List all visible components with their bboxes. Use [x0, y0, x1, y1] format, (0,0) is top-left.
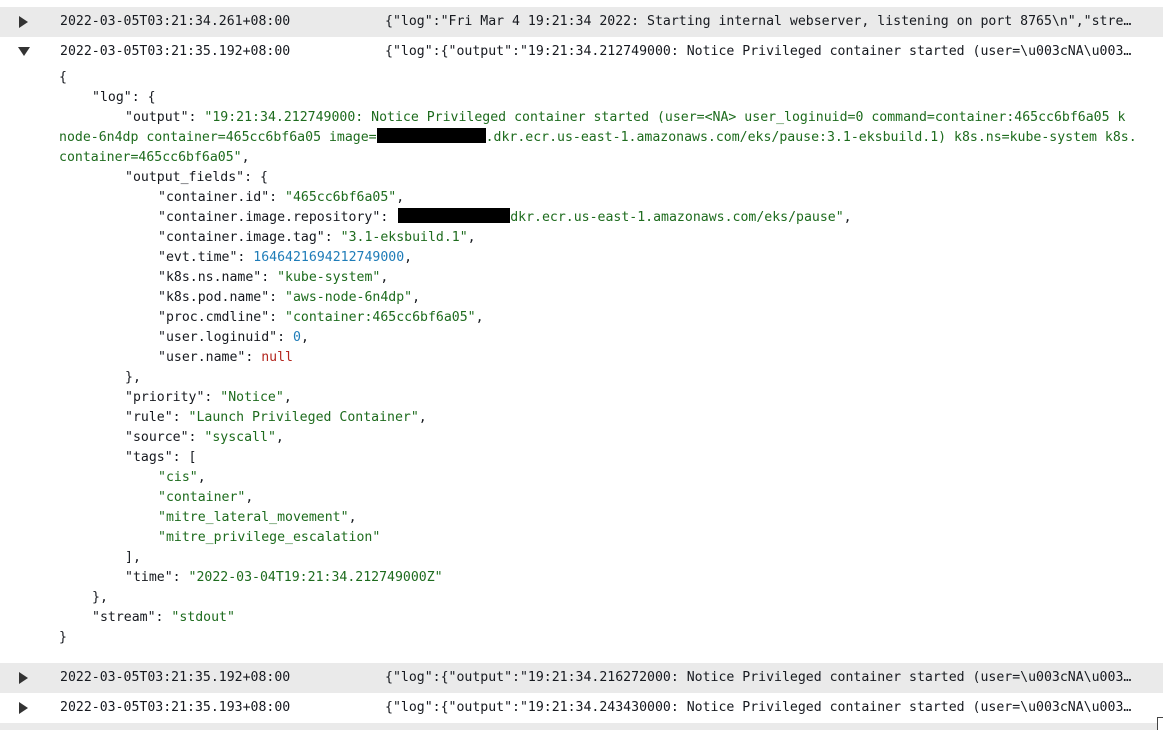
json-field-k8s-pod-name: "k8s.pod.name": "aws-node-6n4dp", [158, 290, 421, 305]
log-message: {"log":{"output":"19:21:34.212749000: No… [385, 44, 1132, 59]
json-output-line-wrap: node-6n4dp container=465cc6bf6a05 image=… [59, 128, 1137, 145]
log-timestamp: 2022-03-05T03:21:35.192+08:00 [60, 670, 291, 685]
collapse-triangle-down-icon[interactable] [18, 37, 32, 67]
log-event-row[interactable]: 2022-03-05T03:21:34.261+08:00 {"log":"Fr… [0, 7, 1163, 37]
json-close-log: }, [92, 590, 108, 605]
json-field-container-image-repository: "container.image.repository": dkr.ecr.us… [158, 208, 852, 225]
log-message: {"log":{"output":"19:21:34.216272000: No… [385, 670, 1132, 685]
json-tag-item: "mitre_lateral_movement", [158, 510, 357, 525]
log-event-json-detail: { "log": { "output": "19:21:34.212749000… [0, 68, 1163, 660]
json-output-line: "output": "19:21:34.212749000: Notice Pr… [125, 110, 1126, 125]
json-field-k8s-ns-name: "k8s.ns.name": "kube-system", [158, 270, 389, 285]
json-close-brace: } [59, 630, 67, 645]
log-events-panel: 2022-03-05T03:21:34.261+08:00 {"log":"Fr… [0, 0, 1163, 730]
log-message: {"log":{"output":"19:21:34.243430000: No… [385, 700, 1132, 715]
json-close-output-fields: }, [125, 370, 141, 385]
json-field-stream: "stream": "stdout" [92, 610, 235, 625]
json-field-tags: "tags": [ [125, 450, 197, 465]
next-row-partial [0, 723, 1163, 730]
log-message: {"log":"Fri Mar 4 19:21:34 2022: Startin… [385, 14, 1132, 29]
log-timestamp: 2022-03-05T03:21:35.192+08:00 [60, 44, 291, 59]
expand-triangle-right-icon[interactable] [18, 693, 32, 723]
resize-handle[interactable] [1157, 717, 1163, 730]
json-log-key-line: "log": { [92, 90, 156, 105]
json-tag-item: "mitre_privilege_escalation" [158, 530, 381, 545]
redacted-block [376, 128, 486, 143]
json-field-container-image-tag: "container.image.tag": "3.1-eksbuild.1", [158, 230, 476, 245]
log-event-row[interactable]: 2022-03-05T03:21:35.192+08:00 {"log":{"o… [0, 663, 1163, 693]
json-field-proc-cmdline: "proc.cmdline": "container:465cc6bf6a05"… [158, 310, 484, 325]
log-event-row[interactable]: 2022-03-05T03:21:35.193+08:00 {"log":{"o… [0, 693, 1163, 723]
json-output-fields-key: "output_fields": { [125, 170, 268, 185]
json-tag-item: "container", [158, 490, 254, 505]
json-field-source: "source": "syscall", [125, 430, 284, 445]
json-field-time: "time": "2022-03-04T19:21:34.212749000Z" [125, 570, 443, 585]
expand-triangle-right-icon[interactable] [18, 7, 32, 37]
json-output-line-end: container=465cc6bf6a05", [59, 150, 250, 165]
log-timestamp: 2022-03-05T03:21:35.193+08:00 [60, 700, 291, 715]
log-event-row-expanded[interactable]: 2022-03-05T03:21:35.192+08:00 {"log":{"o… [0, 37, 1163, 67]
json-tag-item: "cis", [158, 470, 206, 485]
json-field-user-loginuid: "user.loginuid": 0, [158, 330, 309, 345]
redacted-block [398, 208, 511, 223]
log-timestamp: 2022-03-05T03:21:34.261+08:00 [60, 14, 291, 29]
json-open-brace: { [59, 70, 67, 85]
expand-triangle-right-icon[interactable] [18, 663, 32, 693]
json-field-user-name: "user.name": null [158, 350, 293, 365]
json-field-evt-time: "evt.time": 1646421694212749000, [158, 250, 413, 265]
json-field-priority: "priority": "Notice", [125, 390, 292, 405]
json-close-tags: ], [125, 550, 141, 565]
json-field-container-id: "container.id": "465cc6bf6a05", [158, 190, 405, 205]
json-field-rule: "rule": "Launch Privileged Container", [125, 410, 427, 425]
